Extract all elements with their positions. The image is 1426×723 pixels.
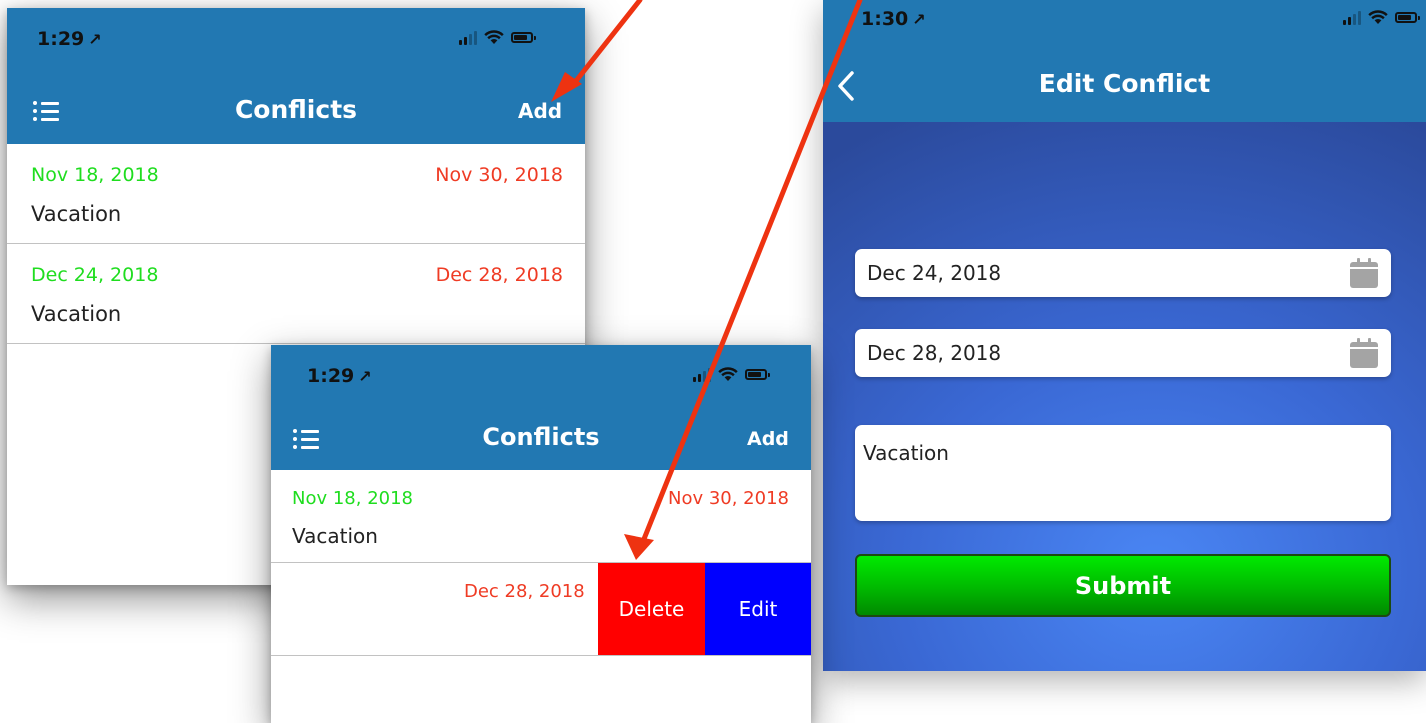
conflict-reason: Vacation (31, 302, 122, 326)
end-date-value: Dec 28, 2018 (867, 341, 1002, 365)
reason-value: Vacation (863, 441, 949, 465)
start-date-value: Dec 24, 2018 (867, 261, 1002, 285)
page-title: Edit Conflict (1038, 69, 1211, 98)
start-date: Dec 24, 2018 (31, 264, 159, 286)
end-date: Dec 28, 2018 (464, 581, 585, 602)
status-time-text: 1:29 (37, 28, 85, 50)
battery-icon (745, 369, 770, 380)
battery-icon (1395, 12, 1420, 23)
end-date: Nov 30, 2018 (667, 488, 789, 509)
location-arrow-icon: ↗ (912, 10, 926, 29)
conflict-row[interactable]: Nov 18, 2018 Nov 30, 2018 Vacation (271, 470, 811, 563)
nav-header: 1:29 ↗ Conflicts Add (7, 8, 585, 144)
conflicts-swipe-screen: 1:29 ↗ Conflicts Add Nov 18, 2018 Nov 30,… (271, 345, 811, 723)
status-time-text: 1:30 (861, 8, 909, 30)
add-button[interactable]: Add (747, 428, 789, 450)
delete-button[interactable]: Delete (598, 563, 705, 655)
end-date: Nov 30, 2018 (435, 164, 563, 186)
conflict-row-swiped[interactable]: Dec 28, 2018 Delete Edit (271, 563, 811, 656)
signal-icon (1343, 10, 1361, 25)
end-date-field[interactable]: Dec 28, 2018 (855, 329, 1391, 377)
start-date-field[interactable]: Dec 24, 2018 (855, 249, 1391, 297)
status-icons (459, 30, 536, 45)
reason-textarea[interactable]: Vacation (855, 425, 1391, 521)
edit-button[interactable]: Edit (705, 563, 811, 655)
conflict-row[interactable]: Nov 18, 2018 Nov 30, 2018 Vacation (7, 144, 585, 244)
calendar-icon[interactable] (1349, 337, 1379, 369)
submit-button[interactable]: Submit (855, 554, 1391, 617)
end-date: Dec 28, 2018 (435, 264, 563, 286)
status-icons (1343, 10, 1420, 25)
location-arrow-icon: ↗ (88, 30, 102, 49)
edit-conflict-screen: 1:30 ↗ Edit Conflict Dec 24, 2018 Dec 28… (823, 0, 1426, 671)
conflict-reason: Vacation (31, 202, 122, 226)
status-time-text: 1:29 (307, 365, 355, 387)
signal-icon (693, 367, 711, 382)
nav-header: 1:29 ↗ Conflicts Add (271, 345, 811, 470)
nav-header: 1:30 ↗ Edit Conflict (823, 0, 1426, 122)
status-time: 1:29 ↗ (307, 365, 372, 387)
status-icons (693, 367, 770, 382)
wifi-icon (1368, 10, 1388, 24)
start-date: Nov 18, 2018 (31, 164, 159, 186)
status-time: 1:30 ↗ (861, 8, 926, 30)
wifi-icon (718, 367, 738, 381)
signal-icon (459, 30, 477, 45)
status-time: 1:29 ↗ (37, 28, 102, 50)
conflict-row[interactable]: Dec 24, 2018 Dec 28, 2018 Vacation (7, 244, 585, 344)
conflict-reason: Vacation (292, 524, 378, 548)
location-arrow-icon: ↗ (358, 367, 372, 386)
add-button[interactable]: Add (518, 99, 562, 123)
wifi-icon (484, 30, 504, 44)
battery-icon (511, 32, 536, 43)
page-title: Conflicts (234, 95, 358, 124)
start-date: Nov 18, 2018 (292, 488, 414, 509)
calendar-icon[interactable] (1349, 257, 1379, 289)
page-title: Conflicts (482, 423, 600, 451)
